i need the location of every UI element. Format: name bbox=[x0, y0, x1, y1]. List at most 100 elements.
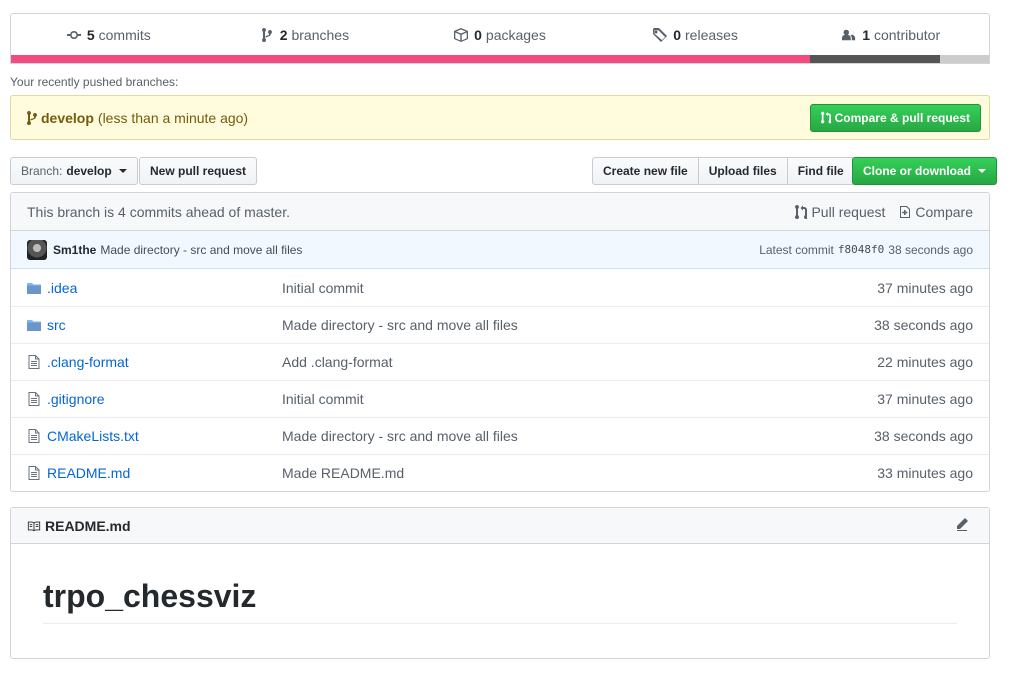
readme-content: trpo_chessviz bbox=[11, 544, 989, 624]
file-commit-message[interactable]: Made directory - src and move all files bbox=[282, 317, 874, 333]
commit-author[interactable]: Sm1the bbox=[53, 243, 96, 257]
file-icon bbox=[27, 392, 41, 406]
latest-commit-label: Latest commit bbox=[759, 242, 834, 257]
folder-icon bbox=[27, 281, 41, 295]
file-icon bbox=[27, 355, 41, 369]
file-name-link[interactable]: README.md bbox=[47, 465, 282, 481]
commits-count: 5 bbox=[86, 27, 95, 43]
summary-packages[interactable]: 0 packages bbox=[402, 14, 598, 56]
compare-label: Compare bbox=[915, 203, 973, 220]
commit-message[interactable]: Made directory - src and move all files bbox=[100, 243, 302, 257]
recent-branch-time: (less than a minute ago) bbox=[97, 109, 249, 126]
branch-icon bbox=[261, 28, 272, 42]
file-name-link[interactable]: .idea bbox=[47, 280, 282, 296]
summary-commits[interactable]: 5 commits bbox=[11, 14, 207, 56]
file-age: 38 seconds ago bbox=[874, 428, 973, 444]
file-age: 37 minutes ago bbox=[877, 279, 973, 296]
file-age: 37 minutes ago bbox=[877, 391, 973, 407]
file-name-link[interactable]: .clang-format bbox=[47, 354, 282, 370]
file-name-link[interactable]: CMakeLists.txt bbox=[47, 428, 282, 444]
latest-commit-bar: Sm1the Made directory - src and move all… bbox=[11, 231, 989, 269]
releases-count: 0 bbox=[673, 27, 682, 43]
recent-branch-notice: develop (less than a minute ago) Compare… bbox=[10, 95, 990, 140]
git-pull-request-icon bbox=[820, 111, 831, 124]
language-segment[interactable] bbox=[11, 55, 811, 63]
file-name-link[interactable]: src bbox=[47, 317, 282, 333]
branch-infobar: This branch is 4 commits ahead of master… bbox=[11, 193, 989, 231]
file-row: .clang-format Add .clang-format 22 minutes… bbox=[11, 343, 989, 380]
packages-label: packages bbox=[485, 27, 546, 43]
file-age: 22 minutes ago bbox=[877, 354, 973, 370]
pull-request-label: Pull request bbox=[811, 203, 886, 220]
file-age: 33 minutes ago bbox=[877, 465, 973, 481]
create-new-file-button[interactable]: Create new file bbox=[592, 157, 699, 185]
caret-down-icon bbox=[118, 169, 127, 173]
file-row: .idea Initial commit 37 minutes ago bbox=[11, 269, 989, 306]
caret-down-icon bbox=[978, 169, 986, 173]
recent-branches-label: Your recently pushed branches: bbox=[10, 75, 179, 89]
edit-readme-button[interactable] bbox=[955, 517, 973, 534]
file-row: README.md Made README.md 33 minutes ago bbox=[11, 454, 989, 491]
file-commit-message[interactable]: Add .clang-format bbox=[282, 354, 877, 370]
language-bar[interactable] bbox=[11, 55, 989, 63]
file-commit-message[interactable]: Made directory - src and move all files bbox=[282, 428, 874, 444]
people-icon bbox=[842, 29, 856, 41]
package-icon bbox=[454, 28, 469, 42]
pencil-icon bbox=[957, 518, 968, 531]
compare-pull-request-button[interactable]: Compare & pull request bbox=[809, 103, 981, 132]
pull-request-link[interactable]: Pull request bbox=[795, 204, 885, 220]
branch-selector[interactable]: Branch: develop bbox=[10, 157, 138, 185]
readme-panel: README.md trpo_chessviz bbox=[10, 507, 990, 659]
file-age: 38 seconds ago bbox=[874, 317, 973, 333]
readme-filename: README.md bbox=[45, 517, 131, 534]
tag-icon bbox=[653, 28, 668, 42]
packages-count: 0 bbox=[474, 27, 482, 43]
readme-heading: trpo_chessviz bbox=[43, 578, 957, 624]
git-pull-request-icon bbox=[795, 204, 808, 219]
commit-icon bbox=[66, 30, 81, 40]
file-commit-message[interactable]: Initial commit bbox=[282, 280, 877, 296]
contributors-label: contributor bbox=[873, 27, 941, 43]
readme-header: README.md bbox=[11, 508, 989, 544]
summary-releases[interactable]: 0 releases bbox=[598, 14, 794, 56]
branch-icon bbox=[27, 110, 37, 125]
summary-branches[interactable]: 2 branches bbox=[207, 14, 403, 56]
file-row: src Made directory - src and move all fil… bbox=[11, 306, 989, 343]
file-navigation: This branch is 4 commits ahead of master… bbox=[10, 192, 990, 492]
branch-ahead-text: This branch is 4 commits ahead of master… bbox=[27, 203, 290, 220]
file-actions-group: Create new file Upload files Find file bbox=[592, 157, 855, 185]
folder-icon bbox=[27, 318, 41, 332]
file-list: .idea Initial commit 37 minutes ago src Made… bbox=[11, 269, 989, 491]
releases-label: releases bbox=[685, 27, 738, 43]
branches-count: 2 bbox=[279, 27, 288, 43]
branch-selector-value: develop bbox=[66, 164, 112, 178]
commit-time: 38 seconds ago bbox=[888, 242, 973, 257]
file-row: .gitignore Initial commit 37 minutes ago bbox=[11, 380, 989, 417]
contributors-count: 1 bbox=[862, 27, 870, 43]
diff-icon bbox=[900, 205, 911, 218]
file-commit-message[interactable]: Initial commit bbox=[282, 391, 877, 407]
find-file-button[interactable]: Find file bbox=[786, 157, 855, 185]
file-row: CMakeLists.txt Made directory - src and m… bbox=[11, 417, 989, 454]
new-pull-request-button[interactable]: New pull request bbox=[139, 157, 258, 185]
commits-label: commits bbox=[98, 27, 151, 43]
branch-selector-label: Branch: bbox=[21, 164, 63, 178]
language-segment[interactable] bbox=[810, 55, 941, 63]
file-icon bbox=[27, 429, 41, 443]
commit-sha[interactable]: f8048f0 bbox=[838, 243, 884, 256]
compare-link[interactable]: Compare bbox=[899, 204, 973, 220]
language-segment[interactable] bbox=[940, 55, 989, 63]
summary-contributors[interactable]: 1 contributor bbox=[793, 14, 989, 56]
avatar[interactable] bbox=[27, 239, 47, 260]
file-name-link[interactable]: .gitignore bbox=[47, 391, 282, 407]
compare-pull-request-label: Compare & pull request bbox=[834, 110, 970, 125]
upload-files-button[interactable]: Upload files bbox=[697, 157, 788, 185]
repo-summary: 5 commits 2 branches 0 packages 0 releas… bbox=[10, 13, 990, 64]
clone-download-button[interactable]: Clone or download bbox=[852, 157, 997, 185]
recent-branch-name[interactable]: develop bbox=[41, 110, 94, 126]
book-icon bbox=[27, 521, 41, 531]
branches-label: branches bbox=[291, 27, 350, 43]
clone-download-label: Clone or download bbox=[863, 164, 971, 178]
file-icon bbox=[27, 466, 41, 480]
file-commit-message[interactable]: Made README.md bbox=[282, 465, 877, 481]
